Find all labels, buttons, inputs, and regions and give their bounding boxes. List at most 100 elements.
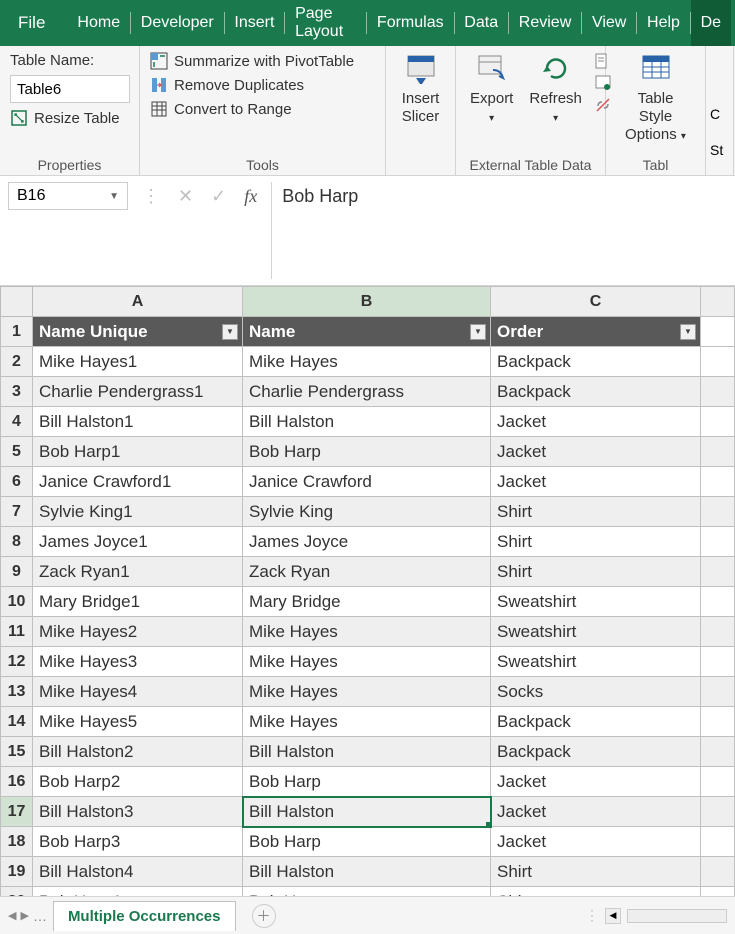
sheet-tab-active[interactable]: Multiple Occurrences — [53, 901, 236, 931]
cell[interactable] — [701, 467, 735, 497]
cell[interactable]: Janice Crawford — [243, 467, 491, 497]
cell[interactable]: Zack Ryan — [243, 557, 491, 587]
cell[interactable]: Charlie Pendergrass — [243, 377, 491, 407]
ribbon-tab-data[interactable]: Data — [454, 0, 508, 46]
refresh-button[interactable]: Refresh▾ — [525, 52, 586, 126]
horizontal-scrollbar[interactable] — [627, 909, 727, 923]
resize-table-button[interactable]: Resize Table — [10, 109, 129, 127]
cell[interactable]: Bill Halston1 — [33, 407, 243, 437]
cell[interactable]: Sylvie King1 — [33, 497, 243, 527]
sheet-nav-next-icon[interactable]: ▶ — [20, 909, 28, 922]
cell[interactable] — [701, 647, 735, 677]
cell[interactable] — [701, 527, 735, 557]
cell[interactable] — [701, 737, 735, 767]
ribbon-tab-de[interactable]: De — [691, 0, 731, 46]
sheet-nav-prev-icon[interactable]: ◀ — [8, 909, 16, 922]
filter-dropdown-icon[interactable]: ▼ — [222, 324, 238, 340]
row-header[interactable]: 7 — [1, 497, 33, 527]
cell[interactable]: Charlie Pendergrass1 — [33, 377, 243, 407]
row-header[interactable]: 3 — [1, 377, 33, 407]
ribbon-tab-insert[interactable]: Insert — [224, 0, 284, 46]
cell[interactable] — [701, 317, 735, 347]
cell[interactable]: Bob Harn — [243, 887, 491, 897]
row-header[interactable]: 8 — [1, 527, 33, 557]
row-header[interactable]: 13 — [1, 677, 33, 707]
confirm-icon[interactable]: ✓ — [211, 186, 226, 207]
row-header[interactable]: 20 — [1, 887, 33, 897]
row-header[interactable]: 1 — [1, 317, 33, 347]
cell[interactable] — [701, 797, 735, 827]
filter-dropdown-icon[interactable]: ▼ — [680, 324, 696, 340]
cell[interactable] — [701, 557, 735, 587]
chevron-down-icon[interactable]: ▼ — [109, 191, 119, 202]
cell[interactable]: Shirt — [491, 857, 701, 887]
cell[interactable] — [701, 827, 735, 857]
row-header[interactable]: 19 — [1, 857, 33, 887]
row-header[interactable]: 16 — [1, 767, 33, 797]
cell[interactable]: Bob Harp — [243, 437, 491, 467]
formula-input[interactable]: Bob Harp — [271, 182, 727, 279]
cell[interactable]: Sweatshirt — [491, 617, 701, 647]
cell[interactable]: Jacket — [491, 437, 701, 467]
cell[interactable]: Backpack — [491, 377, 701, 407]
table-header-cell[interactable]: Name Unique▼ — [33, 317, 243, 347]
cell[interactable]: Mike Hayes2 — [33, 617, 243, 647]
cell[interactable]: James Joyce — [243, 527, 491, 557]
cell[interactable]: Sweatshirt — [491, 647, 701, 677]
column-header[interactable]: A — [33, 287, 243, 317]
more-icon[interactable]: ⋮ — [142, 186, 160, 207]
cell[interactable]: Mike Hayes — [243, 617, 491, 647]
convert-range-button[interactable]: Convert to Range — [150, 100, 375, 118]
filter-dropdown-icon[interactable]: ▼ — [470, 324, 486, 340]
cell[interactable]: Mary Bridge — [243, 587, 491, 617]
name-box[interactable]: B16▼ — [8, 182, 128, 210]
cell[interactable] — [701, 887, 735, 897]
ribbon-tab-file[interactable]: File — [4, 0, 67, 46]
row-header[interactable]: 11 — [1, 617, 33, 647]
cell[interactable]: Bob Harp — [243, 827, 491, 857]
cell[interactable]: Zack Ryan1 — [33, 557, 243, 587]
cell[interactable]: Mike Hayes5 — [33, 707, 243, 737]
cell[interactable] — [701, 677, 735, 707]
cell[interactable]: Bob Harp2 — [33, 767, 243, 797]
cell[interactable] — [701, 377, 735, 407]
row-header[interactable]: 15 — [1, 737, 33, 767]
remove-duplicates-button[interactable]: Remove Duplicates — [150, 76, 375, 94]
ribbon-tab-formulas[interactable]: Formulas — [367, 0, 454, 46]
row-header[interactable]: 14 — [1, 707, 33, 737]
cell[interactable]: Bill Halston4 — [33, 857, 243, 887]
table-header-cell[interactable]: Order▼ — [491, 317, 701, 347]
column-header[interactable]: B — [243, 287, 491, 317]
cell[interactable]: Bob Harp3 — [33, 827, 243, 857]
row-header[interactable]: 10 — [1, 587, 33, 617]
cell[interactable]: Sweatshirt — [491, 587, 701, 617]
cell[interactable] — [701, 497, 735, 527]
cell[interactable]: Sylvie King — [243, 497, 491, 527]
cell[interactable]: Bob Harn4 — [33, 887, 243, 897]
cell[interactable]: Bill Halston — [243, 407, 491, 437]
cell[interactable]: Janice Crawford1 — [33, 467, 243, 497]
cell[interactable] — [701, 707, 735, 737]
cell[interactable]: Shirt — [491, 527, 701, 557]
ribbon-tab-review[interactable]: Review — [509, 0, 581, 46]
cell[interactable]: Backpack — [491, 707, 701, 737]
cell[interactable]: Bill Halston — [243, 737, 491, 767]
ribbon-tab-page-layout[interactable]: Page Layout — [285, 0, 366, 46]
sheet-nav-more-icon[interactable]: … — [33, 908, 47, 924]
ribbon-tab-help[interactable]: Help — [637, 0, 690, 46]
cell[interactable]: Bill Halston — [243, 797, 491, 827]
cell[interactable]: Mike Hayes1 — [33, 347, 243, 377]
cell[interactable]: Jacket — [491, 407, 701, 437]
cell[interactable] — [701, 857, 735, 887]
add-sheet-button[interactable]: ＋ — [252, 904, 276, 928]
cell[interactable]: Mary Bridge1 — [33, 587, 243, 617]
ribbon-tab-home[interactable]: Home — [67, 0, 130, 46]
cell[interactable] — [701, 347, 735, 377]
scroll-left-icon[interactable]: ◀ — [605, 908, 621, 924]
select-all-corner[interactable] — [1, 287, 33, 317]
cell[interactable]: Mike Hayes4 — [33, 677, 243, 707]
cell[interactable]: Bill Halston3 — [33, 797, 243, 827]
cell[interactable]: Bill Halston2 — [33, 737, 243, 767]
cell[interactable] — [701, 437, 735, 467]
ribbon-tab-developer[interactable]: Developer — [131, 0, 224, 46]
